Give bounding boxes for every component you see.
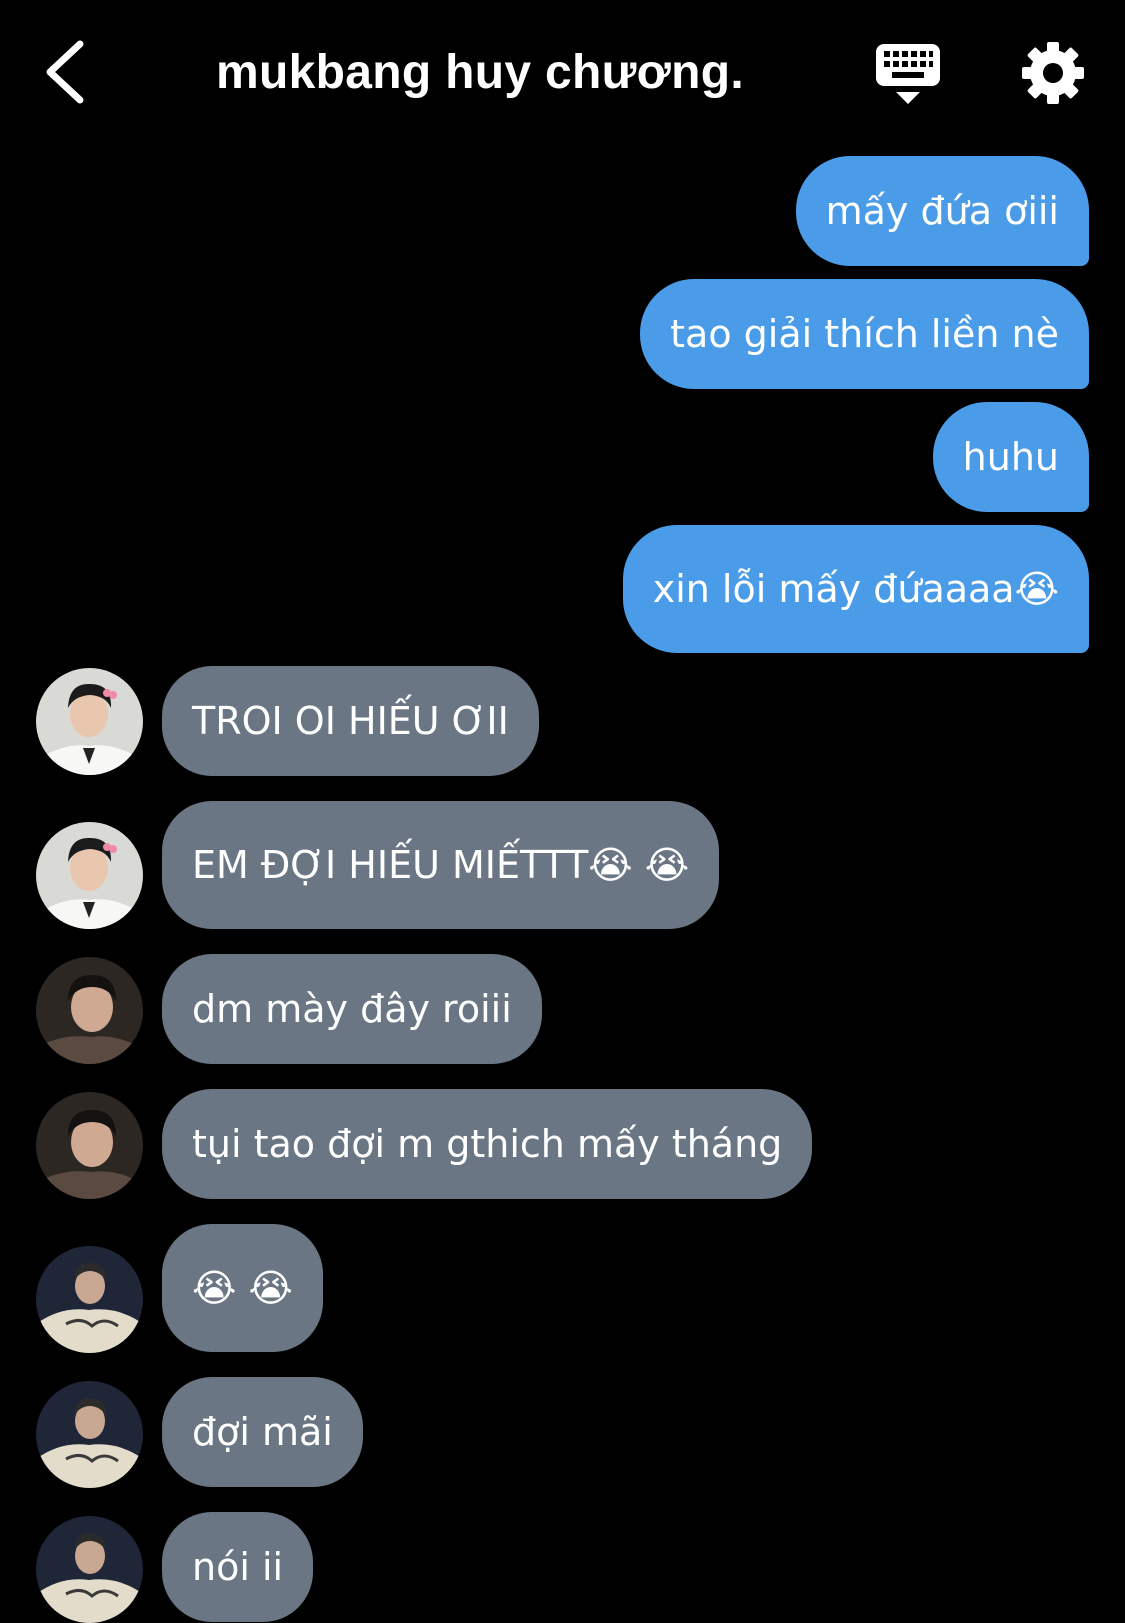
message-bubble-received[interactable]: TROI OI HIẾU ƠII — [162, 666, 539, 776]
avatar[interactable] — [36, 957, 143, 1064]
chat-header: mukbang huy chương. — [0, 0, 1125, 140]
message-bubble-received[interactable]: 😭 😭 — [162, 1224, 323, 1352]
message-text: 😭 😭 — [192, 1266, 293, 1310]
chat-title[interactable]: mukbang huy chương. — [150, 38, 810, 108]
message-text: tao giải thích liền nè — [670, 312, 1059, 356]
back-button[interactable] — [38, 36, 98, 108]
message-bubble-received[interactable]: nói ii — [162, 1512, 314, 1622]
avatar[interactable] — [36, 668, 143, 775]
message-text: xin lỗi mấy đứaaaa😭 — [652, 567, 1059, 611]
message-bubble-received[interactable]: tụi tao đợi m gthich mấy tháng — [162, 1089, 813, 1199]
keyboard-icon — [876, 44, 940, 104]
message-text: đợi mãi — [192, 1410, 333, 1454]
message-text: nói ii — [192, 1545, 284, 1589]
message-bubble-sent[interactable]: huhu — [932, 402, 1089, 512]
message-text: TROI OI HIẾU ƠII — [192, 699, 509, 743]
message-text: EM ĐỢI HIẾU MIẾTTT😭 😭 — [192, 843, 690, 887]
gear-icon — [1022, 42, 1084, 104]
avatar[interactable] — [36, 1246, 143, 1353]
message-bubble-received[interactable]: EM ĐỢI HIẾU MIẾTTT😭 😭 — [162, 801, 720, 929]
avatar[interactable] — [36, 822, 143, 929]
message-text: huhu — [962, 435, 1059, 479]
chevron-left-icon — [46, 40, 84, 104]
message-bubble-received[interactable]: đợi mãi — [162, 1377, 363, 1487]
keyboard-button[interactable] — [874, 42, 942, 106]
message-bubble-received[interactable]: dm mày đây roiii — [162, 954, 542, 1064]
message-bubble-sent[interactable]: tao giải thích liền nè — [640, 279, 1089, 389]
message-text: dm mày đây roiii — [192, 987, 512, 1031]
avatar[interactable] — [36, 1092, 143, 1199]
message-text: tụi tao đợi m gthich mấy tháng — [192, 1122, 783, 1166]
settings-button[interactable] — [1020, 40, 1086, 106]
message-bubble-sent[interactable]: mấy đứa ơiii — [795, 156, 1089, 266]
message-text: mấy đứa ơiii — [825, 189, 1059, 233]
message-bubble-sent[interactable]: xin lỗi mấy đứaaaa😭 — [622, 525, 1089, 653]
avatar[interactable] — [36, 1381, 143, 1488]
avatar[interactable] — [36, 1516, 143, 1623]
